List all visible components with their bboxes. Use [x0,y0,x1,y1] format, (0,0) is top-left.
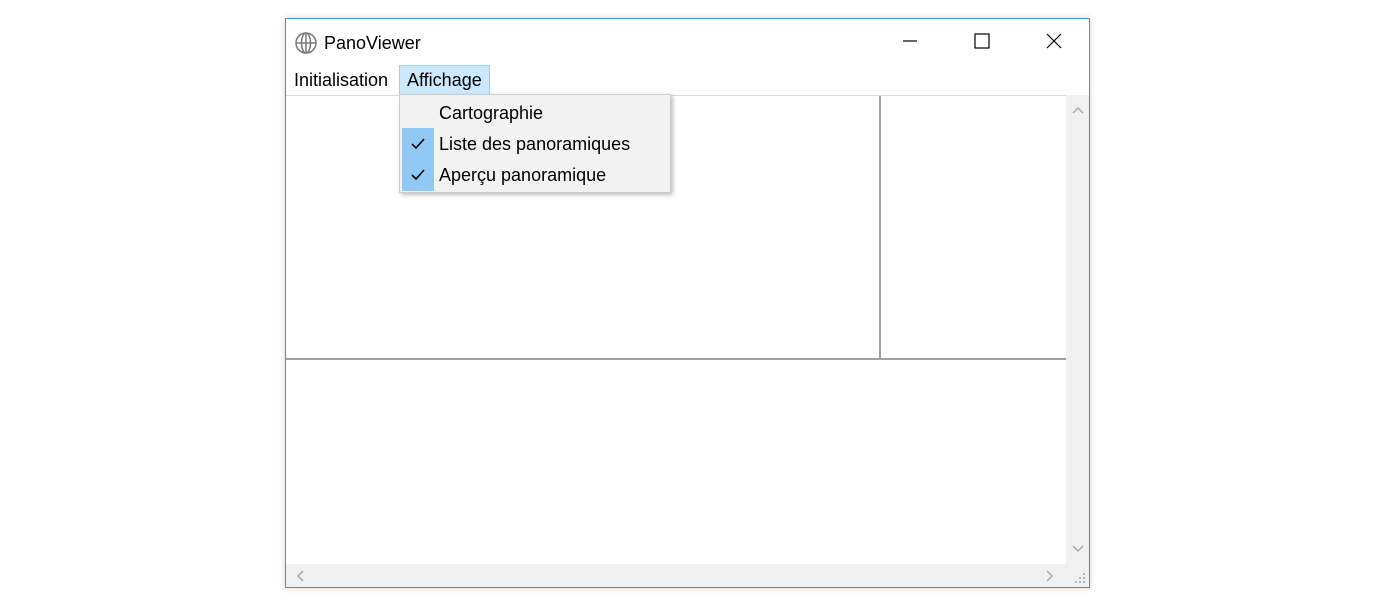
resize-grip-icon [1075,573,1085,583]
close-icon [1046,33,1062,54]
dropdown-item-label: Cartographie [439,103,544,123]
dropdown-item-label: Aperçu panoramique [439,165,607,185]
scroll-right-icon[interactable] [1042,568,1058,584]
scroll-up-icon[interactable] [1070,102,1086,118]
resize-grip[interactable] [1066,564,1089,587]
window-title: PanoViewer [324,33,421,53]
vertical-scrollbar[interactable] [1066,95,1089,564]
checkmark-slot [402,97,434,129]
horizontal-scrollbar[interactable] [286,564,1066,587]
maximize-button[interactable] [946,19,1018,67]
menu-initialisation[interactable]: Initialisation [287,65,395,95]
affichage-dropdown-menu: Cartographie Liste des panoramiques Aper… [399,94,671,193]
dropdown-item-label: Liste des panoramiques [439,134,631,154]
panorama-list-pane[interactable] [881,96,1066,358]
title-bar[interactable]: PanoViewer [286,19,1089,67]
minimize-icon [902,33,918,54]
globe-icon [294,31,318,55]
dropdown-item-liste-panoramiques[interactable]: Liste des panoramiques [400,128,670,160]
dropdown-item-cartographie[interactable]: Cartographie [400,97,670,129]
dropdown-item-apercu-panoramique[interactable]: Aperçu panoramique [400,159,670,191]
close-button[interactable] [1018,19,1090,67]
checkmark-icon [402,128,434,160]
maximize-icon [974,32,990,54]
checkmark-icon [402,159,434,191]
menu-bar: Initialisation Affichage [286,65,1089,95]
scroll-down-icon[interactable] [1070,541,1086,557]
panorama-preview-pane[interactable] [286,360,1066,565]
minimize-button[interactable] [874,19,946,67]
menu-affichage[interactable]: Affichage [399,65,490,95]
scroll-left-icon[interactable] [292,568,308,584]
